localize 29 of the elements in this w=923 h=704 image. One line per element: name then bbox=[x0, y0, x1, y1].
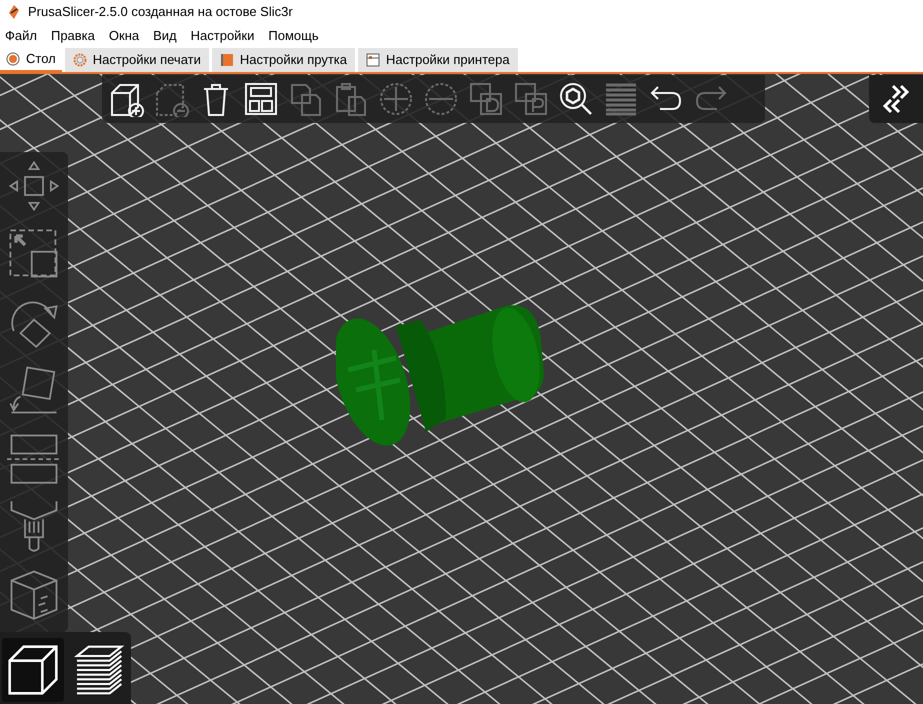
split-objects-icon bbox=[468, 81, 504, 117]
box-plus-icon bbox=[108, 81, 144, 117]
search-icon bbox=[558, 81, 594, 117]
circle-minus-icon bbox=[423, 81, 459, 117]
menu-item[interactable]: Помощь bbox=[268, 26, 319, 46]
move-arrows-icon bbox=[6, 159, 62, 213]
menu-item[interactable]: Вид bbox=[153, 26, 177, 46]
layout-icon bbox=[243, 81, 279, 117]
tab[interactable]: Настройки печати bbox=[64, 48, 209, 72]
menu-item[interactable]: Файл bbox=[5, 26, 37, 46]
split-parts-icon bbox=[513, 81, 549, 117]
clipboard-icon bbox=[333, 81, 369, 117]
menu-item[interactable]: Окна bbox=[108, 26, 140, 46]
menu-item[interactable]: Настройки bbox=[190, 26, 254, 46]
tab[interactable]: Настройки прутка bbox=[212, 48, 356, 72]
printer-icon bbox=[366, 53, 380, 67]
copy-icon bbox=[288, 81, 324, 117]
menu-item[interactable]: Правка bbox=[50, 26, 95, 46]
spool-icon bbox=[220, 53, 234, 67]
cube-view-button[interactable] bbox=[2, 638, 64, 702]
layers-icon bbox=[603, 81, 639, 117]
window-title: PrusaSlicer-2.5.0 созданная на остове Slic3r bbox=[28, 3, 293, 22]
box-minus-icon bbox=[153, 81, 189, 117]
plate-icon bbox=[6, 52, 20, 66]
app-logo-icon bbox=[8, 5, 20, 19]
gear-icon bbox=[72, 53, 87, 67]
circle-plus-icon bbox=[378, 81, 414, 117]
collapse-sidebar-button[interactable] bbox=[869, 75, 923, 123]
tab[interactable]: Настройки принтера bbox=[358, 48, 518, 72]
